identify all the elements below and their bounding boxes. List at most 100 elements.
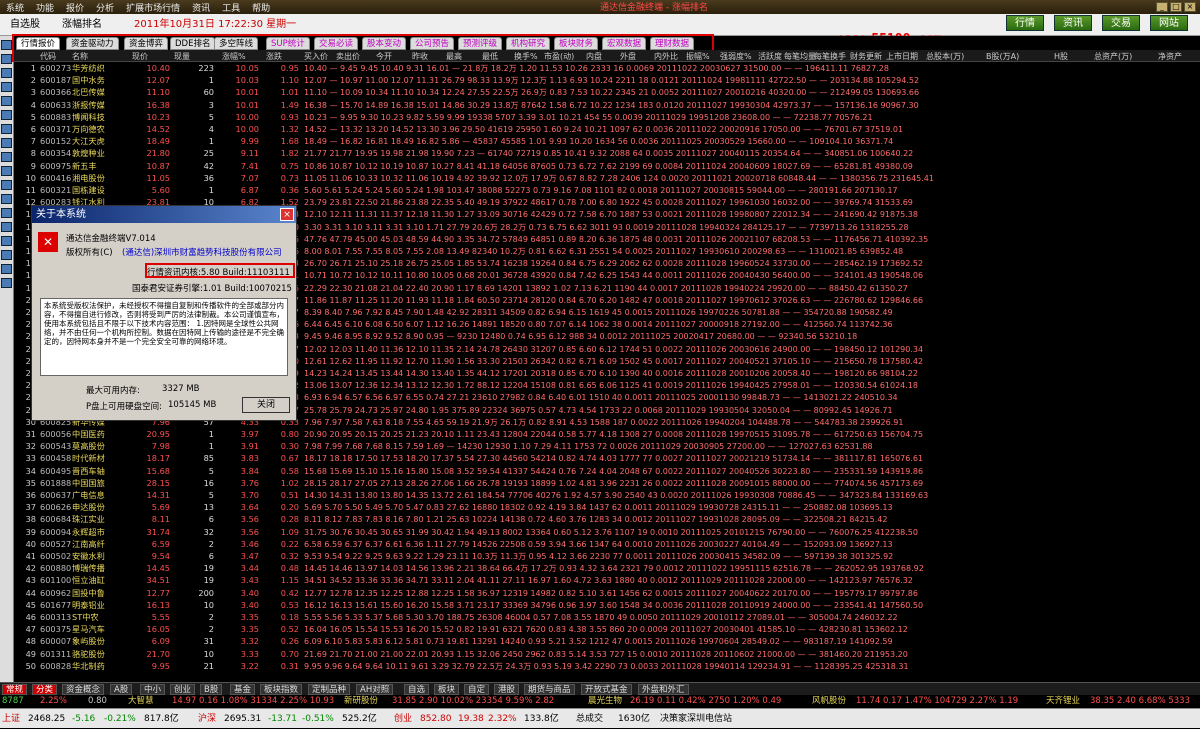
sz-index-label[interactable]: 沪深 [198,709,216,729]
news-button[interactable]: 资讯 [1054,15,1092,31]
tool-icon[interactable] [1,82,12,92]
table-row[interactable]: 33 600458 时代新材 18.17 85 3.83 0.67 18.17 18.18 1… [14,453,1200,465]
bottom-tab-6[interactable]: B股 [200,684,223,695]
table-row[interactable]: 46 600313 ST中农 5.55 2 3.35 0.18 5.55 5.56 5.33 … [14,612,1200,624]
bottom-tab-0[interactable]: 常规 [2,684,28,695]
tab-2[interactable]: 资金博弈 [124,37,169,50]
tool-icon[interactable] [1,54,12,64]
license-text[interactable]: 本系统受版权法保护，未经授权不得擅自复制和传播软件的全部或部分内容，不得擅自进行… [40,298,288,376]
column-header[interactable]: 代码 [40,51,56,62]
sh-index-label[interactable]: 上证 [2,709,20,729]
ticker-stock-3[interactable]: 晨光生物 [588,695,622,708]
web-button[interactable]: 网站 [1150,15,1188,31]
table-row[interactable]: 50 600828 华北制药 9.95 21 3.22 0.31 9.95 9.96 9.64… [14,661,1200,673]
bottom-tab-17[interactable]: 外盘和外汇 [638,684,689,695]
tab-9[interactable]: 预测评级 [458,37,503,50]
table-row[interactable]: 1 600273 华芳纺织 10.40 223 10.05 0.95 10.40 — 9.45… [14,63,1200,75]
tab-10[interactable]: 机构研究 [506,37,551,50]
tool-icon[interactable] [1,222,12,232]
menu-news[interactable]: 资讯 [186,1,216,14]
column-header[interactable]: 总资产(万) [1094,51,1132,62]
column-header[interactable]: 总股本(万) [926,51,964,62]
tool-icon[interactable] [1,96,12,106]
bottom-tab-3[interactable]: A股 [110,684,133,695]
tool-icon[interactable] [1,236,12,246]
bottom-tab-5[interactable]: 创业 [170,684,196,695]
column-header[interactable]: H股 [1054,51,1068,62]
column-header[interactable]: 现价 [132,51,148,62]
tool-icon[interactable] [1,40,12,50]
tab-5[interactable]: SUP统计 [266,37,310,50]
cy-index-label[interactable]: 创业 [394,709,412,729]
tab-13[interactable]: 理财数据 [650,37,695,50]
company-link[interactable]: (通达信)深圳市财富趋势科技股份有限公司 [122,246,282,258]
tool-icon[interactable] [1,166,12,176]
news-station[interactable]: 决策家深圳电信站 [660,709,732,729]
column-header[interactable]: 涨跌 [266,51,282,62]
bottom-tab-15[interactable]: 期货与商品 [524,684,575,695]
dialog-close-icon[interactable]: × [280,208,294,221]
bottom-tab-11[interactable]: 自选 [404,684,430,695]
table-row[interactable]: 36 600637 广电信息 14.31 5 3.70 0.51 14.30 14.31 13… [14,490,1200,502]
column-header[interactable]: 涨幅% [222,51,246,62]
tool-icon[interactable] [1,110,12,120]
table-row[interactable]: 2 600187 国中水务 12.07 1 10.03 1.10 12.07 — 10.97 … [14,75,1200,87]
tool-icon[interactable] [1,180,12,190]
tab-11[interactable]: 板块财务 [554,37,599,50]
bottom-tab-16[interactable]: 开放式基金 [581,684,632,695]
tool-icon[interactable] [1,138,12,148]
table-row[interactable]: 34 600495 晋西车轴 15.68 5 3.84 0.58 15.68 15.69 15… [14,466,1200,478]
table-row[interactable]: 4 600633 浙报传媒 16.38 3 10.01 1.49 16.38 — 15.70 … [14,100,1200,112]
table-row[interactable]: 49 601311 骆驼股份 21.70 10 3.33 0.70 21.69 21.70 2… [14,649,1200,661]
tool-icon[interactable] [1,68,12,78]
column-header[interactable]: 换手% [514,51,538,62]
table-row[interactable]: 38 600684 珠江实业 8.11 6 3.56 0.28 8.11 8.12 7.83 … [14,514,1200,526]
bottom-tab-14[interactable]: 港股 [494,684,520,695]
column-header[interactable]: 内盘 [586,51,602,62]
tab-8[interactable]: 公司预告 [410,37,455,50]
menu-system[interactable]: 系统 [0,1,30,14]
menu-tools[interactable]: 工具 [216,1,246,14]
tool-icon[interactable] [1,208,12,218]
column-header[interactable]: 外盘 [620,51,636,62]
tool-icon[interactable] [1,278,12,288]
column-header[interactable]: 名称 [72,51,88,62]
column-header[interactable]: 强弱度% [720,51,752,62]
tab-12[interactable]: 宏观数据 [602,37,647,50]
table-row[interactable]: 45 601677 明泰铝业 16.13 10 3.40 0.53 16.12 16.13 1… [14,600,1200,612]
bottom-tab-2[interactable]: 资金概念 [62,684,105,695]
column-header[interactable]: 每笔换手 [814,51,846,62]
table-row[interactable]: 9 600975 新五丰 10.87 42 7.41 0.75 10.86 10.87 10.… [14,161,1200,173]
table-row[interactable]: 32 600543 莫高股份 7.98 1 3.91 0.30 7.98 7.99 7.68 … [14,441,1200,453]
column-header[interactable]: 振幅% [686,51,710,62]
column-header[interactable]: 活跃度 [758,51,782,62]
table-row[interactable]: 31 600056 中国医药 20.95 1 3.97 0.80 20.90 20.95 20… [14,429,1200,441]
column-header[interactable]: 卖出价 [336,51,360,62]
column-header[interactable]: 最高 [446,51,462,62]
tab-3[interactable]: DDE排名 [170,37,216,50]
table-row[interactable]: 41 600502 安徽水利 9.54 6 3.47 0.32 9.53 9.54 9.22 … [14,551,1200,563]
menu-function[interactable]: 功能 [30,1,60,14]
table-row[interactable]: 8 600354 敦煌种业 21.80 25 9.11 1.82 21.77 21.77 19… [14,148,1200,160]
table-row[interactable]: 7 600152 大江天虎 18.49 1 9.99 1.68 18.49 — 16.82 1… [14,136,1200,148]
table-row[interactable]: 43 601100 恒立油缸 34.51 19 3.43 1.15 34.51 34.52 3… [14,575,1200,587]
column-header[interactable]: 每笔均量 [784,51,816,62]
bottom-tab-10[interactable]: AH对照 [356,684,394,695]
maximize-icon[interactable]: □ [1170,2,1182,12]
tool-icon[interactable] [1,152,12,162]
table-row[interactable]: 47 600375 星马汽车 16.05 2 3.35 0.52 16.04 16.05 15… [14,624,1200,636]
table-row[interactable]: 35 601888 中国国旅 28.15 16 3.76 1.02 28.15 28.17 2… [14,478,1200,490]
menu-quote[interactable]: 报价 [60,1,90,14]
table-row[interactable]: 48 600007 象屿股份 6.09 31 3.32 0.26 6.09 6.10 5.83… [14,636,1200,648]
ticker-stock-1[interactable]: 大智慧 [128,695,154,708]
tool-icon[interactable] [1,124,12,134]
rank-label[interactable]: 涨幅排名 [56,17,108,33]
dialog-close-button[interactable]: 关闭 [242,397,290,413]
column-header[interactable]: 今开 [376,51,392,62]
table-row[interactable]: 6 600371 万向德农 14.52 4 10.00 1.32 14.52 — 13.32 … [14,124,1200,136]
table-row[interactable]: 3 600366 北巴传媒 11.10 60 10.01 1.01 11.10 — 10.09… [14,87,1200,99]
trade-button[interactable]: 交易 [1102,15,1140,31]
tab-1[interactable]: 资金驱动力 [66,37,119,50]
table-row[interactable]: 42 600880 博瑞传播 14.45 19 3.44 0.48 14.45 14.46 1… [14,563,1200,575]
bottom-tab-9[interactable]: 定制品种 [308,684,351,695]
